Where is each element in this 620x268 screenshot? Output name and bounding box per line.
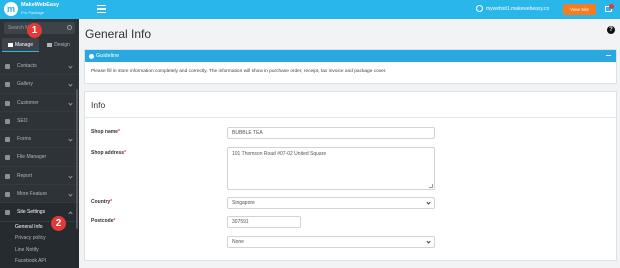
chevron-down-icon [426,239,431,244]
guideline-title: Guideline [96,53,120,59]
sidebar-item-label: Gallery [17,81,33,88]
step-marker-2: 2 [51,216,66,231]
sidebar-subitem-privacy-policy[interactable]: Privacy policy [0,233,79,245]
help-icon[interactable]: ? [607,26,615,34]
brand-name: MakeWebEasy [21,2,60,8]
globe-icon [476,5,483,12]
collapse-icon[interactable] [606,55,611,57]
sidebar-item-file-manager[interactable]: File Manager [0,148,79,167]
guideline-panel: Guideline Please fill in store informati… [84,49,617,84]
chevron-down-icon [68,82,73,87]
sidebar-subitem-facebook-api[interactable]: Facebook API [0,256,79,268]
page-title: General Info [85,27,152,41]
tab-manage-label: Manage [14,42,34,48]
chevron-up-icon [68,211,73,216]
sidebar-subitem-general-info[interactable]: General Info [0,221,79,234]
sidebar-item-forms[interactable]: Forms [0,130,79,149]
sidebar-subitem-line-notify[interactable]: Line Notify [0,244,79,257]
sidebar-item-label: Customer [17,99,39,106]
chevron-down-icon [68,174,73,179]
postcode-input[interactable]: 307591 [227,216,301,228]
chevron-down-icon [426,200,431,205]
sidebar-item-report[interactable]: Report [0,167,79,186]
divider [85,117,616,118]
region-value: None [232,239,244,245]
shop-name-input[interactable]: BUBBLE TEA [227,127,435,139]
grid-icon [7,42,13,47]
chevron-down-icon [68,100,73,106]
info-panel: Info Shop name* BUBBLE TEA Shop address*… [84,91,617,261]
contacts-icon [5,64,10,69]
region-select[interactable]: None [227,236,435,248]
chevron-down-icon [68,192,73,197]
sidebar-tabs: Manage Design [0,38,79,52]
forms-icon [5,137,10,143]
tab-design-label: Design [54,42,70,48]
chevron-down-icon [68,137,73,142]
notification-icon[interactable] [604,4,614,13]
country-label: Country* [91,199,113,205]
brand-plan: Pro Package [21,10,44,15]
view-site-button[interactable]: View Site [563,4,596,15]
customer-icon [5,100,10,106]
guideline-header[interactable]: Guideline [85,50,616,62]
sidebar-nav: Contacts Gallery Customer SEO Forms File… [0,57,79,268]
sidebar: Search Menu Manage Design Contacts Galle… [0,19,79,268]
info-icon [89,53,94,59]
tab-manage[interactable]: Manage [2,38,39,52]
sidebar-item-label: Site Settings [17,209,46,216]
step-marker-1: 1 [27,23,42,38]
more-icon [5,192,10,198]
seo-icon [5,118,10,124]
folder-icon [5,155,10,161]
sidebar-item-label: Forms [17,136,32,143]
sidebar-item-gallery[interactable]: Gallery [0,75,79,94]
shop-name-label: Shop name* [91,129,120,135]
search-icon [67,25,72,30]
gear-icon [5,210,10,216]
shop-address-label: Shop address* [91,150,127,156]
shop-address-value: 101 Thomson Road #07-02 United Square [232,151,327,157]
sidebar-item-seo[interactable]: SEO [0,112,79,131]
sidebar-item-label: More Feature [17,191,48,198]
notification-badge [609,4,614,9]
sidebar-item-customer[interactable]: Customer [0,94,79,112]
resize-handle-icon[interactable] [429,184,433,188]
guideline-text: Please fill in store information complet… [91,69,387,74]
sidebar-item-site-settings[interactable]: Site Settings [0,203,79,222]
sidebar-item-label: File Manager [17,154,47,161]
brush-icon [47,42,53,47]
logo-icon[interactable]: m [4,2,18,16]
country-value: Singapore [232,200,255,206]
country-select[interactable]: Singapore [227,197,435,209]
sidebar-item-more-feature[interactable]: More Feature [0,185,79,204]
sidebar-item-contacts[interactable]: Contacts [0,57,79,76]
sidebar-item-label: SEO [17,117,28,124]
tab-design[interactable]: Design [40,38,77,52]
info-title: Info [91,100,106,110]
sidebar-item-label: Report [17,172,33,179]
gallery-icon [5,82,10,88]
hamburger-menu-icon[interactable] [97,5,106,13]
top-bar: m MakeWebEasy Pro Package mywebsit1.make… [0,0,620,19]
postcode-label: Postcode* [91,218,116,224]
sidebar-item-label: Contacts [17,63,37,69]
chevron-down-icon [68,64,73,69]
sidebar-scrollbar[interactable] [76,89,78,229]
site-url-link[interactable]: mywebsit1.makewebeasy.co [486,5,549,13]
shop-address-textarea[interactable]: 101 Thomson Road #07-02 United Square [227,147,435,190]
report-icon [5,173,10,179]
